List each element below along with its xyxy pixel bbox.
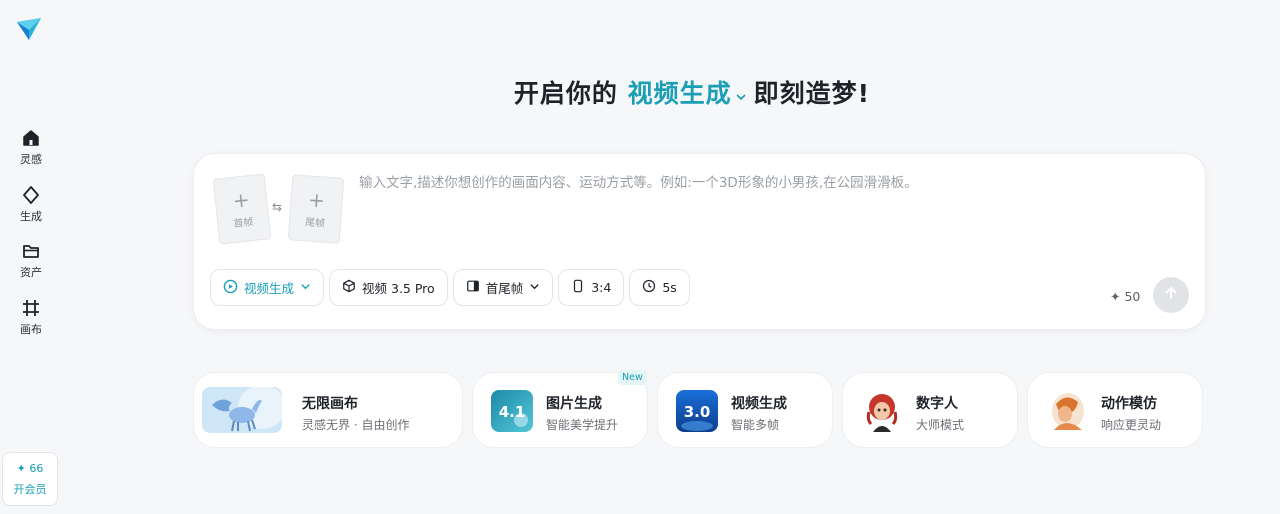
feature-card-infinite-canvas[interactable]: 无限画布 灵感无界 · 自由创作	[193, 372, 463, 448]
diamond-icon	[20, 184, 42, 206]
feature-card-digital-human[interactable]: 数字人 大师模式	[842, 372, 1018, 448]
clock-icon	[642, 279, 656, 296]
motion-imitation-thumbnail	[1046, 390, 1088, 432]
feature-title: 图片生成	[546, 396, 602, 412]
sidebar-item-generate[interactable]: 生成	[6, 184, 56, 232]
sidebar-item-canvas[interactable]: 画布	[6, 297, 56, 345]
feature-card-video-generation[interactable]: 3.0 视频生成 智能多帧	[657, 372, 833, 448]
feature-subtitle: 智能多帧	[731, 418, 780, 432]
page-title: 开启你的 视频生成 即刻造梦!	[513, 79, 871, 108]
plus-icon: +	[231, 186, 251, 213]
feature-card-image-generation[interactable]: New 4.1 图片生成 智能美学提升	[472, 370, 648, 448]
chevron-down-icon	[734, 81, 748, 110]
feature-subtitle: 响应更灵动	[1101, 418, 1162, 432]
video-gen-thumbnail: 3.0	[676, 390, 718, 432]
sidebar-item-label: 资产	[20, 266, 42, 279]
mode-selector[interactable]: 视频生成	[628, 79, 754, 108]
svg-text:3.0: 3.0	[684, 403, 711, 421]
folder-icon	[20, 240, 42, 262]
feature-subtitle: 智能美学提升	[546, 418, 619, 432]
last-frame-label: 尾帧	[304, 216, 326, 230]
first-frame-label: 首帧	[232, 216, 254, 230]
credit-cost: ✦ 50	[1110, 289, 1141, 304]
pegasus-thumbnail	[202, 387, 282, 433]
frames-icon	[466, 279, 480, 296]
sidebar-item-inspiration[interactable]: 灵感	[6, 127, 56, 175]
first-frame-upload[interactable]: + 首帧	[212, 173, 272, 245]
home-icon	[20, 127, 42, 149]
send-button[interactable]	[1153, 277, 1189, 313]
prompt-card: + 首帧 ⇆ + 尾帧 视频生成 视频 3.5 Pro 首尾帧 3:4 5s	[193, 153, 1206, 330]
prompt-input[interactable]	[359, 171, 1179, 251]
feature-subtitle: 灵感无界 · 自由创作	[302, 418, 410, 432]
sidebar-item-assets[interactable]: 资产	[6, 240, 56, 288]
model-selector[interactable]: 视频 3.5 Pro	[329, 269, 448, 306]
new-badge: New	[618, 370, 647, 385]
arrow-up-icon	[1163, 285, 1179, 305]
image-gen-thumbnail: 4.1	[491, 390, 533, 432]
feature-subtitle: 大师模式	[916, 418, 965, 432]
mode-dropdown[interactable]: 视频生成	[210, 269, 325, 306]
video-play-icon	[223, 279, 238, 297]
feature-title: 无限画布	[302, 396, 358, 412]
last-frame-upload[interactable]: + 尾帧	[287, 174, 345, 244]
chevron-down-icon	[529, 280, 540, 295]
credit-balance: ✦ 66	[16, 461, 44, 475]
sparkle-icon: ✦	[16, 461, 30, 475]
svg-text:4.1: 4.1	[499, 403, 526, 421]
frames-dropdown[interactable]: 首尾帧	[452, 269, 554, 306]
feature-title: 动作模仿	[1101, 396, 1157, 412]
feature-title: 数字人	[916, 396, 958, 412]
canvas-grid-icon	[20, 297, 42, 319]
vip-label: 开会员	[13, 482, 47, 496]
chevron-down-icon	[300, 280, 311, 295]
phone-ratio-icon	[571, 279, 585, 296]
swap-icon[interactable]: ⇆	[272, 200, 282, 214]
plus-icon: +	[307, 186, 326, 213]
app-logo[interactable]	[14, 14, 44, 44]
sparkle-icon: ✦	[1110, 289, 1121, 304]
feature-card-motion-imitation[interactable]: 动作模仿 响应更灵动	[1027, 372, 1203, 448]
aspect-ratio-selector[interactable]: 3:4	[558, 269, 625, 306]
duration-selector[interactable]: 5s	[629, 269, 690, 306]
sidebar-item-label: 灵感	[20, 153, 42, 166]
membership-button[interactable]: ✦ 66 开会员	[2, 452, 58, 506]
sidebar-item-label: 生成	[20, 210, 42, 223]
prompt-toolbar: 视频生成 视频 3.5 Pro 首尾帧 3:4 5s	[210, 269, 690, 306]
sidebar-item-label: 画布	[20, 323, 42, 336]
cube-icon	[342, 279, 356, 296]
digital-human-thumbnail	[861, 390, 903, 432]
feature-title: 视频生成	[731, 396, 787, 412]
